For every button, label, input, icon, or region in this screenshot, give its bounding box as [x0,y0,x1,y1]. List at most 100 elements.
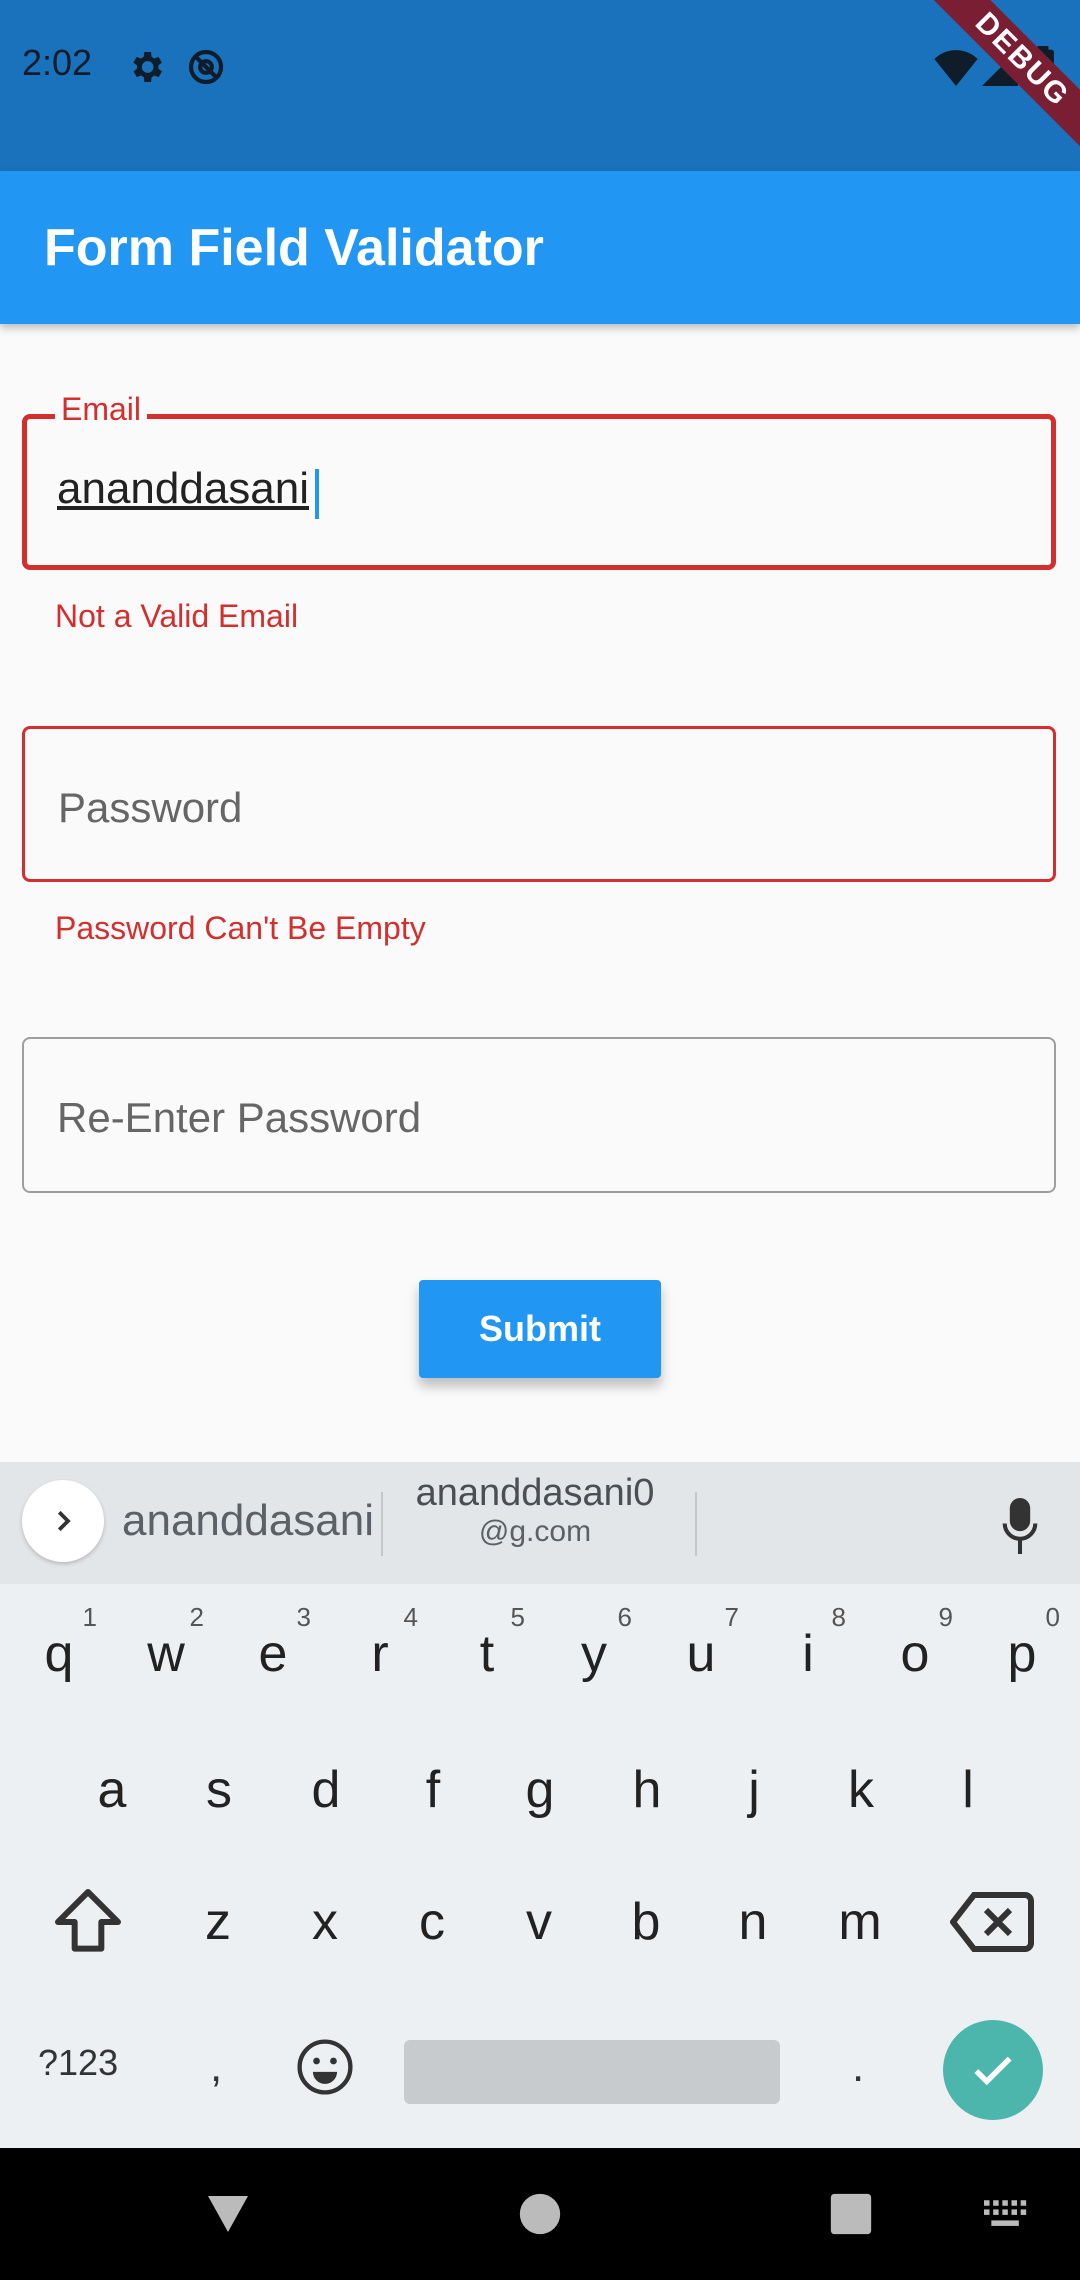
email-field[interactable]: Email ananddasani [22,391,1056,570]
key-label: x [312,1893,338,1951]
key-number-hint: 1 [82,1602,97,1632]
at-sign-icon [188,49,224,85]
key-label: k [848,1761,874,1819]
key-i[interactable]: i8 [758,1594,858,1714]
key-label: o [900,1625,930,1683]
key-label: r [371,1625,389,1683]
key-label: c [419,1893,445,1951]
key-number-hint: 7 [724,1602,739,1632]
app-bar: Form Field Validator [0,171,1080,324]
key-q[interactable]: q1 [9,1594,109,1714]
suggestion-primary[interactable]: ananddasani [122,1496,374,1546]
key-label: e [258,1625,288,1683]
key-p[interactable]: p0 [972,1594,1072,1714]
key-y[interactable]: y6 [544,1594,644,1714]
key-h[interactable]: h [597,1730,697,1850]
key-label: f [425,1761,441,1819]
done-key[interactable] [943,2020,1043,2120]
key-label: l [962,1761,974,1819]
key-label: y [581,1625,607,1683]
suggestion-divider [381,1492,383,1556]
key-number-hint: 6 [617,1602,632,1632]
keyboard-switch-icon[interactable] [984,2200,1028,2228]
navigation-bar [0,2148,1080,2280]
password-field[interactable]: Password [22,726,1056,882]
checkmark-icon [974,2056,1012,2086]
key-u[interactable]: u7 [651,1594,751,1714]
key-label: h [632,1761,662,1819]
key-label: i [802,1625,814,1683]
email-field-value: ananddasani [57,464,310,513]
key-z[interactable]: z [168,1862,268,1982]
soft-keyboard: ananddasani ananddasani0 @g.com q1w2e3r4… [0,1462,1080,2148]
key-b[interactable]: b [596,1862,696,1982]
key-v[interactable]: v [489,1862,589,1982]
key-x[interactable]: x [275,1862,375,1982]
key-n[interactable]: n [703,1862,803,1982]
key-number-hint: 0 [1045,1602,1060,1632]
key-k[interactable]: k [811,1730,911,1850]
key-label: a [97,1761,127,1819]
key-f[interactable]: f [383,1730,483,1850]
key-label: s [206,1761,232,1819]
key-number-hint: 2 [189,1602,204,1632]
key-l[interactable]: l [918,1730,1018,1850]
key-a[interactable]: a [62,1730,162,1850]
password-error-text: Password Can't Be Empty [55,910,426,946]
microphone-icon[interactable] [1000,1498,1040,1554]
space-key[interactable] [404,2040,780,2104]
suggestion-divider [695,1492,697,1556]
suggestion-secondary[interactable]: ananddasani0 @g.com [390,1472,680,1549]
key-g[interactable]: g [490,1730,590,1850]
email-field-label: Email [55,391,148,428]
key-c[interactable]: c [382,1862,482,1982]
backspace-key-icon[interactable] [950,1886,1034,1958]
shift-key-icon[interactable] [48,1882,128,1962]
key-label: p [1007,1625,1037,1683]
key-d[interactable]: d [276,1730,376,1850]
key-label: b [631,1893,661,1951]
suggestion-secondary-main: ananddasani0 [415,1472,655,1514]
key-label: g [525,1761,555,1819]
key-t[interactable]: t5 [437,1594,537,1714]
key-label: t [479,1625,495,1683]
key-label: u [686,1625,716,1683]
chevron-right-icon [57,1510,71,1532]
keyboard-expand-button[interactable] [22,1480,104,1562]
key-label: q [44,1625,74,1683]
key-number-hint: 9 [938,1602,953,1632]
key-o[interactable]: o9 [865,1594,965,1714]
password-field-placeholder: Password [58,784,243,831]
key-number-hint: 4 [403,1602,418,1632]
settings-gear-icon [133,52,162,82]
suggestion-secondary-sub: @g.com [478,1515,592,1548]
key-j[interactable]: j [704,1730,804,1850]
app-title: Form Field Validator [44,219,544,277]
key-label: m [838,1893,882,1951]
key-label: v [526,1893,552,1951]
email-error-text: Not a Valid Email [55,598,299,634]
home-circle-icon[interactable] [518,2192,562,2236]
key-r[interactable]: r4 [330,1594,430,1714]
debug-banner-label: DEBUG [920,0,1080,160]
comma-key[interactable]: , [210,2042,222,2092]
key-m[interactable]: m [810,1862,910,1982]
submit-button[interactable]: Submit [419,1280,661,1378]
key-number-hint: 5 [510,1602,525,1632]
symbols-key[interactable]: ?123 [38,2042,118,2084]
reenter-password-placeholder: Re-Enter Password [57,1094,422,1141]
key-label: w [147,1625,185,1683]
key-number-hint: 3 [296,1602,311,1632]
key-s[interactable]: s [169,1730,269,1850]
emoji-key-icon[interactable] [296,2038,354,2096]
recents-square-icon[interactable] [829,2192,873,2236]
period-key[interactable]: . [852,2042,864,2092]
key-label: d [311,1761,341,1819]
debug-banner: DEBUG [920,0,1080,160]
key-w[interactable]: w2 [116,1594,216,1714]
back-triangle-icon[interactable] [204,2192,252,2236]
reenter-password-field[interactable]: Re-Enter Password [22,1037,1056,1193]
key-label: j [748,1761,760,1819]
text-cursor [315,469,319,519]
key-e[interactable]: e3 [223,1594,323,1714]
